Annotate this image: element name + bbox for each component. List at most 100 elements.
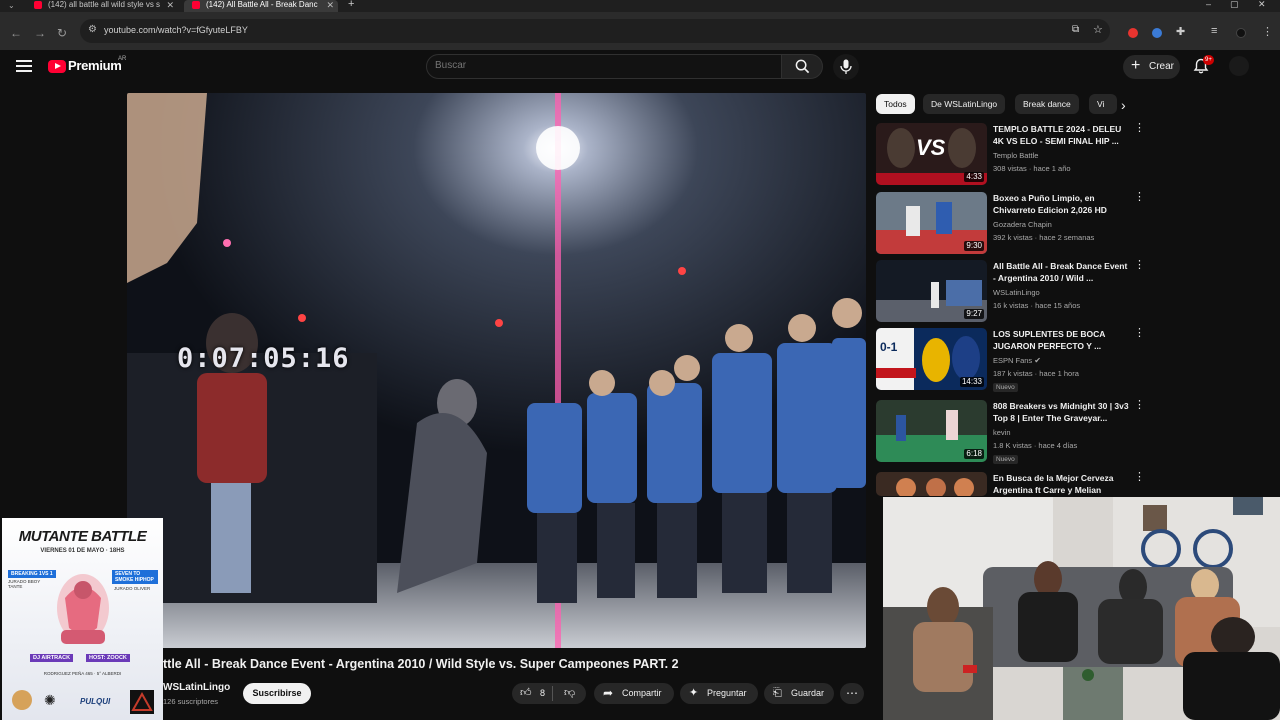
menu-hamburger-icon[interactable]	[16, 60, 32, 74]
minimize-icon[interactable]: –	[1206, 0, 1211, 9]
sponsor-logo-2: ✺	[44, 692, 56, 708]
ask-button[interactable]: ✦ Preguntar	[680, 683, 758, 704]
save-label: Guardar	[791, 688, 825, 698]
video-meta: 308 vistas · hace 1 año	[993, 164, 1071, 173]
thumbs-up-icon[interactable]: 👍︎	[520, 683, 532, 704]
new-tab-icon[interactable]: +	[348, 0, 354, 10]
browser-tab-2[interactable]: (142) All Battle All - Break Danc ✕	[184, 0, 338, 12]
create-button[interactable]: + Crear	[1123, 55, 1180, 79]
tab-list-icon[interactable]: ⌄	[8, 1, 15, 10]
chip-de-wslatinlingo[interactable]: De WSLatinLingo	[923, 94, 1006, 114]
more-options-icon[interactable]: ⋮	[1134, 328, 1145, 339]
back-icon[interactable]: ←	[10, 26, 22, 40]
ask-label: Preguntar	[707, 688, 747, 698]
save-button[interactable]: ⎗ Guardar	[764, 683, 834, 704]
maximize-icon[interactable]: ▢	[1230, 0, 1239, 10]
video-thumbnail[interactable]: 6:18	[876, 400, 987, 462]
video-title: TEMPLO BATTLE 2024 - DELEU 4K VS ELO - S…	[993, 124, 1122, 146]
video-thumbnail[interactable]: 0-1 14:33	[876, 328, 987, 390]
bookmark-star-icon[interactable]: ☆	[1093, 23, 1103, 36]
video-duration: 14:33	[959, 377, 984, 387]
search-input[interactable]	[435, 60, 765, 71]
chip-todos[interactable]: Todos	[876, 94, 915, 114]
video-duration: 9:27	[964, 309, 984, 319]
like-count[interactable]: 8	[540, 683, 545, 704]
more-options-icon[interactable]: ⋮	[1134, 123, 1145, 134]
webcam-overlay	[883, 497, 1280, 720]
recommended-video-2[interactable]: 9:30 Boxeo a Puño Limpio, en Chivarreto …	[876, 192, 1146, 256]
sponsor-logo-4	[130, 690, 154, 714]
video-thumbnail[interactable]: 9:27	[876, 260, 987, 322]
channel-name[interactable]: WSLatinLingo	[163, 682, 230, 693]
reload-icon[interactable]: ↻	[57, 26, 67, 40]
thumbnail-text: VS	[916, 135, 946, 160]
subscribe-button[interactable]: Suscribirse	[243, 683, 311, 704]
account-avatar[interactable]	[1229, 56, 1249, 76]
more-options-icon[interactable]: ⋮	[1134, 260, 1145, 271]
video-meta: 1.8 K vistas · hace 4 días	[993, 441, 1078, 450]
like-dislike-group: 👍︎ 8 👎︎	[512, 683, 586, 704]
more-options-icon[interactable]: ⋮	[1134, 472, 1145, 483]
share-label: Compartir	[622, 688, 662, 698]
search-button[interactable]	[781, 54, 823, 79]
new-badge: Nuevo	[993, 383, 1018, 392]
youtube-favicon-icon	[192, 1, 200, 9]
extension-red-icon[interactable]	[1128, 28, 1138, 38]
search-box[interactable]	[426, 54, 782, 79]
bookmark-icon: ⎗	[773, 687, 782, 699]
browser-tab-1[interactable]: (142) all battle all wild style vs s ✕	[26, 0, 178, 12]
video-meta: 392 k vistas · hace 2 semanas	[993, 233, 1095, 242]
video-channel-row[interactable]: ESPN Fans ✔	[993, 356, 1041, 365]
more-actions-button[interactable]: ⋯	[840, 683, 864, 704]
recommended-video-1[interactable]: VS 4:33 TEMPLO BATTLE 2024 - DELEU 4K VS…	[876, 123, 1146, 187]
recommended-video-4[interactable]: 0-1 14:33 LOS SUPLENTES DE BOCA JUGARON …	[876, 328, 1146, 392]
url-text: youtube.com/watch?v=fGfyuteLFBY	[104, 25, 248, 35]
video-thumbnail[interactable]	[876, 472, 987, 496]
more-options-icon[interactable]: ⋮	[1134, 400, 1145, 411]
voice-search-button[interactable]	[833, 54, 859, 80]
subscriber-count: 126 suscriptores	[163, 697, 219, 706]
sponsor-logo-3: PULQUI	[80, 697, 111, 706]
video-channel[interactable]: ESPN Fans	[993, 356, 1032, 365]
video-channel[interactable]: Templo Battle	[993, 151, 1038, 160]
close-tab-icon[interactable]: ✕	[166, 0, 174, 10]
region-code: AR	[118, 56, 127, 62]
profile-icon[interactable]	[1236, 28, 1246, 38]
url-field[interactable]: ⚙ youtube.com/watch?v=fGfyuteLFBY ⧉ ☆	[80, 19, 1110, 43]
chevron-right-icon[interactable]: ›	[1121, 97, 1126, 113]
extensions-puzzle-icon[interactable]: ✚	[1176, 25, 1185, 38]
video-duration: 4:33	[964, 172, 984, 182]
forward-icon[interactable]: →	[34, 26, 46, 40]
site-info-icon[interactable]: ⚙	[88, 24, 97, 35]
video-title: LOS SUPLENTES DE BOCA JUGARON PERFECTO Y…	[993, 329, 1106, 351]
chip-break-dance[interactable]: Break dance	[1015, 94, 1079, 114]
video-title: 808 Breakers vs Midnight 30 | 3v3 Top 8 …	[993, 401, 1129, 423]
chip-partial[interactable]: Vi	[1089, 94, 1117, 114]
media-controls-icon[interactable]: ≡	[1211, 25, 1217, 37]
video-channel[interactable]: kevin	[993, 428, 1011, 437]
poster-tag-breaking-judge: JURADO BBOY TANTE	[8, 579, 41, 589]
video-title: Boxeo a Puño Limpio, en Chivarreto Edici…	[993, 193, 1107, 215]
extension-blue-icon[interactable]	[1152, 28, 1162, 38]
thumbs-down-icon[interactable]: 👎︎	[564, 683, 575, 704]
recommended-video-6[interactable]: En Busca de la Mejor Cerveza Argentina f…	[876, 472, 1146, 496]
video-thumbnail[interactable]: 9:30	[876, 192, 987, 254]
close-tab-icon[interactable]: ✕	[326, 0, 334, 10]
like-divider	[552, 686, 553, 701]
sponsor-logo-1	[12, 690, 32, 710]
install-app-icon[interactable]: ⧉	[1072, 24, 1079, 35]
youtube-play-icon	[48, 60, 66, 73]
tab-title: (142) All Battle All - Break Danc	[206, 0, 318, 9]
close-window-icon[interactable]: ✕	[1258, 0, 1266, 10]
recommended-video-3[interactable]: 9:27 All Battle All - Break Dance Event …	[876, 260, 1146, 324]
video-channel[interactable]: WSLatinLingo	[993, 288, 1040, 297]
poster-title: MUTANTE BATTLE	[18, 528, 147, 545]
tab-title: (142) all battle all wild style vs s	[48, 0, 161, 9]
video-channel[interactable]: Gozadera Chapin	[993, 220, 1052, 229]
video-thumbnail[interactable]: VS 4:33	[876, 123, 987, 185]
video-player[interactable]: 0:07:05:16	[127, 93, 866, 648]
share-button[interactable]: ➦ Compartir	[594, 683, 674, 704]
more-options-icon[interactable]: ⋮	[1134, 192, 1145, 203]
recommended-video-5[interactable]: 6:18 808 Breakers vs Midnight 30 | 3v3 T…	[876, 400, 1146, 464]
browser-menu-icon[interactable]: ⋮	[1262, 25, 1273, 38]
